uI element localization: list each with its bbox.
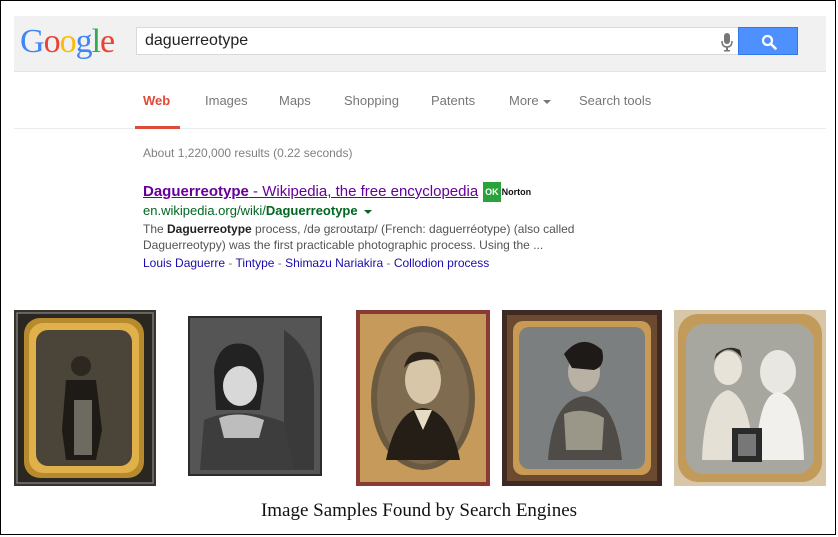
image-thumb-standing-man[interactable] [14,310,156,486]
daguerreotype-poe-portrait-image [356,310,490,486]
tab-more-label: More [509,93,539,108]
active-tab-indicator [135,126,180,129]
search-box [136,27,740,55]
sitelink-louis-daguerre[interactable]: Louis Daguerre [143,256,225,270]
result-url: en.wikipedia.org/wiki/Daguerreotype [143,202,663,219]
result-snippet: The Daguerreotype process, /də ɡɛroʊtaɪp… [143,221,623,253]
daguerreotype-standing-man-image [14,310,156,486]
daguerreotype-two-girls-image [674,310,826,486]
url-dropdown-icon[interactable] [363,209,372,214]
logo-letter: l [91,23,102,60]
search-input[interactable] [145,28,705,54]
image-thumb-child[interactable] [164,310,344,486]
logo-letter: o [43,23,61,60]
result-url-prefix: en.wikipedia.org/wiki/ [143,203,266,218]
logo-letter: g [75,23,93,60]
daguerreotype-child-image [164,310,344,486]
microphone-icon[interactable] [720,32,734,52]
search-header: Google [14,16,826,72]
tab-shopping[interactable]: Shopping [344,92,399,128]
norton-label: Norton [501,187,532,197]
sitelink-tintype[interactable]: Tintype [236,256,275,270]
snippet-text: Daguerreotypy) was the first practicable… [143,238,544,252]
result-title-bold: Daguerreotype [143,183,249,200]
logo-letter: e [100,23,115,60]
result-title-rest: - Wikipedia, the free encyclopedia [248,183,479,200]
snippet-bold: Daguerreotype [167,222,252,236]
result-url-bold: Daguerreotype [265,203,358,218]
tab-patents[interactable]: Patents [431,92,475,128]
tab-maps[interactable]: Maps [279,92,311,128]
result-sitelinks: Louis Daguerre - Tintype - Shimazu Naria… [143,256,490,270]
daguerreotype-woman-profile-image [502,310,662,486]
google-logo[interactable]: Google [20,22,115,62]
result-title-link[interactable]: Daguerreotype - Wikipedia, the free ency… [143,182,663,202]
logo-letter: G [20,23,45,60]
chevron-down-icon [542,99,551,104]
search-button[interactable] [738,27,798,55]
norton-ok-icon: OK [483,182,501,202]
image-thumb-two-girls[interactable] [674,310,826,486]
snippet-text: process, /də ɡɛroʊtaɪp/ (French: daguerr… [251,222,575,236]
image-thumb-poe-portrait[interactable] [356,310,490,486]
search-tabs: Web Images Maps Shopping Patents More Se… [14,92,826,129]
tab-search-tools[interactable]: Search tools [579,92,651,128]
snippet-text: The [143,222,168,236]
image-thumb-woman-profile[interactable] [502,310,662,486]
sitelink-shimazu-nariakira[interactable]: Shimazu Nariakira [285,256,383,270]
result-stats: About 1,220,000 results (0.22 seconds) [143,146,353,160]
norton-safe-badge[interactable]: OK Norton [483,182,531,202]
tab-web[interactable]: Web [143,92,170,128]
search-result: Daguerreotype - Wikipedia, the free ency… [143,182,663,271]
magnifier-icon [761,34,777,50]
logo-letter: o [59,23,77,60]
figure-caption: Image Samples Found by Search Engines [260,500,578,521]
tab-images[interactable]: Images [205,92,248,128]
tab-more[interactable]: More [509,92,551,128]
sitelink-collodion-process[interactable]: Collodion process [394,256,489,270]
